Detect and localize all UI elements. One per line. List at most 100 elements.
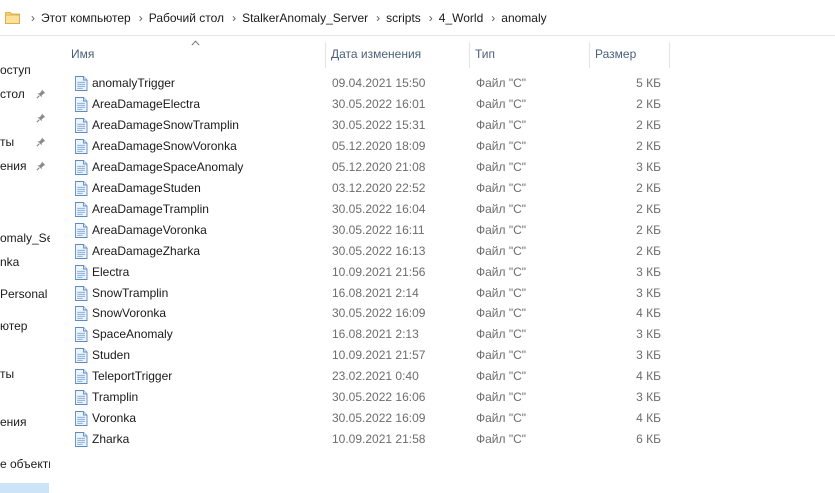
file-name: AreaDamageVoronka (92, 222, 207, 237)
breadcrumb-item[interactable]: StalkerAnomaly_Server (241, 11, 369, 25)
nav-item[interactable]: omaly_Ser (0, 228, 50, 248)
file-row[interactable]: AreaDamageZharka 30.05.2022 16:13 Файл "C"… (66, 241, 670, 262)
file-row[interactable]: AreaDamageVoronka 30.05.2022 16:11 Файл "C… (66, 220, 670, 241)
chevron-right-icon[interactable]: › (232, 11, 236, 25)
c-file-icon (75, 411, 88, 427)
file-row[interactable]: AreaDamageStuden 03.12.2020 22:52 Файл "C"… (66, 178, 670, 199)
c-file-icon (75, 96, 88, 112)
file-type: Файл "C" (476, 243, 527, 258)
breadcrumb-item[interactable]: Этот компьютер (40, 11, 132, 25)
nav-item[interactable]: оступ (0, 60, 31, 80)
chevron-right-icon[interactable]: › (376, 11, 380, 25)
column-header-size[interactable]: Размер (590, 38, 670, 68)
breadcrumb-item[interactable]: Рабочий стол (148, 11, 225, 25)
file-date: 05.12.2020 21:08 (332, 159, 426, 174)
file-row[interactable]: SpaceAnomaly 16.08.2021 2:13 Файл "C" 3 КБ (66, 324, 670, 345)
file-date: 03.12.2020 22:52 (332, 180, 426, 195)
c-file-icon (75, 432, 88, 448)
file-row[interactable]: TeleportTrigger 23.02.2021 0:40 Файл "C" 4 … (66, 366, 670, 387)
file-type: Файл "C" (476, 369, 527, 384)
nav-selected-highlight (0, 483, 49, 493)
file-size: 3 КБ (636, 264, 661, 279)
file-date: 30.05.2022 16:11 (332, 222, 425, 237)
file-name: Zharka (92, 432, 130, 447)
file-type: Файл "C" (476, 411, 527, 426)
c-file-icon (75, 264, 88, 280)
breadcrumb: › Этот компьютер › Рабочий стол › StalkerAnom… (24, 0, 548, 36)
file-size: 4 КБ (636, 369, 661, 384)
file-row[interactable]: anomalyTrigger 09.04.2021 15:50 Файл "C" 5 … (66, 73, 670, 94)
chevron-right-icon[interactable]: › (491, 11, 495, 25)
c-file-icon (75, 327, 88, 343)
file-type: Файл "C" (476, 432, 527, 447)
column-header-date[interactable]: Дата изменения (326, 38, 470, 68)
file-name: Electra (92, 264, 130, 279)
c-file-icon (75, 390, 88, 406)
pin-icon[interactable] (36, 89, 46, 99)
file-size: 2 КБ (636, 180, 661, 195)
address-bar[interactable]: › Этот компьютер › Рабочий стол › StalkerAnom… (0, 0, 835, 36)
chevron-right-icon[interactable]: › (139, 11, 143, 25)
nav-item[interactable]: ения (0, 412, 27, 432)
file-size: 4 КБ (636, 306, 661, 321)
navigation-pane[interactable]: оступ стол ты ения omaly_Sernka Personal ютер т… (0, 36, 50, 493)
file-date: 30.05.2022 16:04 (332, 201, 426, 216)
file-date: 10.09.2021 21:56 (332, 264, 426, 279)
pin-icon[interactable] (36, 137, 46, 147)
nav-item[interactable]: ты (0, 364, 14, 384)
file-row[interactable]: SnowVoronka 30.05.2022 16:09 Файл "C" 4 КБ (66, 303, 670, 324)
nav-item[interactable]: Personal (0, 284, 47, 304)
file-name: SnowVoronka (92, 306, 167, 321)
nav-item[interactable]: е объекты (0, 454, 50, 474)
file-size: 3 КБ (636, 159, 661, 174)
file-row[interactable]: Zharka 10.09.2021 21:58 Файл "C" 6 КБ (66, 429, 670, 450)
c-file-icon (75, 201, 88, 217)
file-name: AreaDamageStuden (92, 180, 201, 195)
file-type: Файл "C" (476, 76, 527, 90)
c-file-icon (75, 180, 88, 196)
nav-item[interactable]: стол (0, 84, 25, 104)
file-row[interactable]: Electra 10.09.2021 21:56 Файл "C" 3 КБ (66, 262, 670, 283)
nav-item[interactable]: nka (0, 252, 19, 272)
file-row[interactable]: AreaDamageSpaceAnomaly 05.12.2020 21:08 Фа… (66, 157, 670, 178)
column-divider[interactable] (669, 42, 670, 68)
breadcrumb-item[interactable]: scripts (385, 11, 422, 25)
chevron-right-icon[interactable]: › (429, 11, 433, 25)
breadcrumb-item[interactable]: anomaly (500, 11, 547, 25)
column-header-type[interactable]: Тип (470, 38, 590, 68)
file-date: 23.02.2021 0:40 (332, 369, 419, 384)
file-row[interactable]: AreaDamageElectra 30.05.2022 16:01 Файл "C… (66, 94, 670, 115)
chevron-right-icon[interactable]: › (31, 11, 35, 25)
c-file-icon (75, 243, 88, 259)
file-type: Файл "C" (476, 138, 527, 153)
file-row[interactable]: Voronka 30.05.2022 16:09 Файл "C" 4 КБ (66, 408, 670, 429)
file-size: 2 КБ (636, 243, 661, 258)
nav-item[interactable]: ты (0, 132, 14, 152)
file-name: AreaDamageZharka (92, 243, 201, 258)
file-name: AreaDamageElectra (92, 96, 201, 111)
pin-icon[interactable] (36, 113, 46, 123)
file-row[interactable]: Tramplin 30.05.2022 16:06 Файл "C" 3 КБ (66, 387, 670, 408)
file-name: Voronka (92, 411, 137, 426)
file-date: 16.08.2021 2:13 (332, 327, 419, 342)
c-file-icon (75, 159, 88, 175)
c-file-icon (75, 138, 88, 154)
c-file-icon (75, 76, 88, 91)
file-row[interactable]: Studen 10.09.2021 21:57 Файл "C" 3 КБ (66, 345, 670, 366)
file-date: 16.08.2021 2:14 (332, 285, 419, 300)
file-size: 3 КБ (636, 348, 661, 363)
nav-item[interactable]: ения (0, 156, 27, 176)
file-row[interactable]: AreaDamageSnowVoronka 05.12.2020 18:09 Фай… (66, 136, 670, 157)
file-type: Файл "C" (476, 96, 527, 111)
file-date: 30.05.2022 16:13 (332, 243, 426, 258)
file-name: AreaDamageSpaceAnomaly (92, 159, 244, 174)
file-date: 30.05.2022 16:06 (332, 390, 426, 405)
pin-icon[interactable] (36, 161, 46, 171)
file-row[interactable]: AreaDamageTramplin 30.05.2022 16:04 Файл "… (66, 199, 670, 220)
breadcrumb-item[interactable]: 4_World (438, 11, 484, 25)
file-size: 6 КБ (636, 432, 661, 447)
file-row[interactable]: AreaDamageSnowTramplin 30.05.2022 15:31 Фа… (66, 115, 670, 136)
file-type: Файл "C" (476, 390, 527, 405)
nav-item[interactable]: ютер (0, 316, 27, 336)
file-row[interactable]: SnowTramplin 16.08.2021 2:14 Файл "C" 3 КБ (66, 283, 670, 304)
